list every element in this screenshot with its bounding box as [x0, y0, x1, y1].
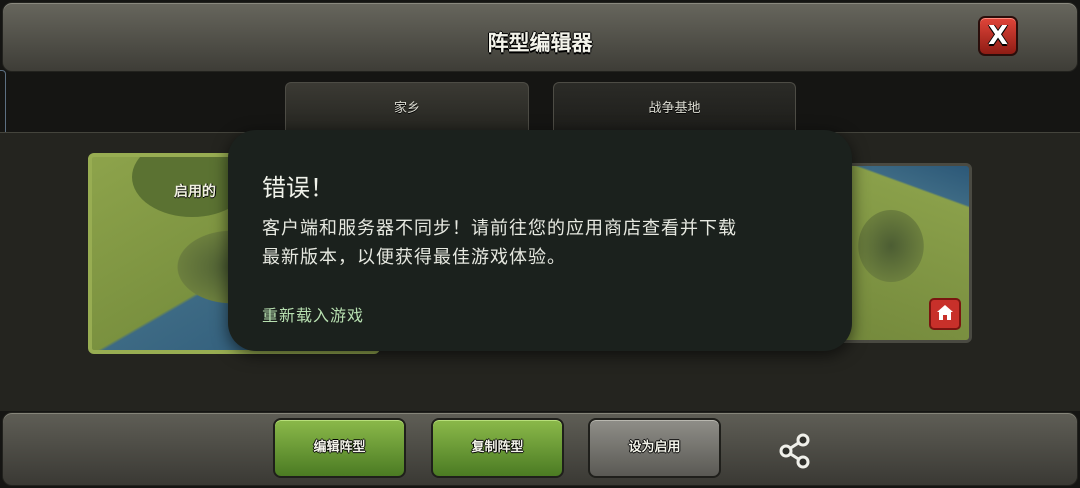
- header-bar: 阵型编辑器: [2, 2, 1078, 72]
- dialog-title: 错误！: [262, 174, 334, 202]
- edit-layout-button[interactable]: 编辑阵型: [273, 418, 406, 478]
- home-icon[interactable]: [929, 298, 961, 330]
- error-dialog: 错误！ 客户端和服务器不同步！请前往您的应用商店查看并下载 最新版本，以便获得最…: [228, 130, 852, 351]
- reload-game-button[interactable]: 重新载入游戏: [262, 302, 364, 326]
- copy-layout-button[interactable]: 复制阵型: [431, 418, 564, 478]
- dialog-message-line-1: 客户端和服务器不同步！请前往您的应用商店查看并下载: [262, 218, 737, 239]
- page-title: 阵型编辑器: [487, 31, 593, 55]
- close-icon: X: [987, 21, 1009, 51]
- dialog-message: 客户端和服务器不同步！请前往您的应用商店查看并下载 最新版本，以便获得最佳游戏体…: [262, 214, 822, 272]
- share-icon[interactable]: [776, 432, 814, 470]
- dialog-message-line-2: 最新版本，以便获得最佳游戏体验。: [262, 247, 566, 268]
- tab-war-base[interactable]: 战争基地: [553, 82, 796, 132]
- active-layout-label: 启用的: [174, 184, 216, 200]
- home-glyph: [937, 305, 953, 320]
- tab-home[interactable]: 家乡: [285, 82, 529, 134]
- close-button[interactable]: X: [978, 16, 1018, 56]
- set-active-button[interactable]: 设为启用: [588, 418, 721, 478]
